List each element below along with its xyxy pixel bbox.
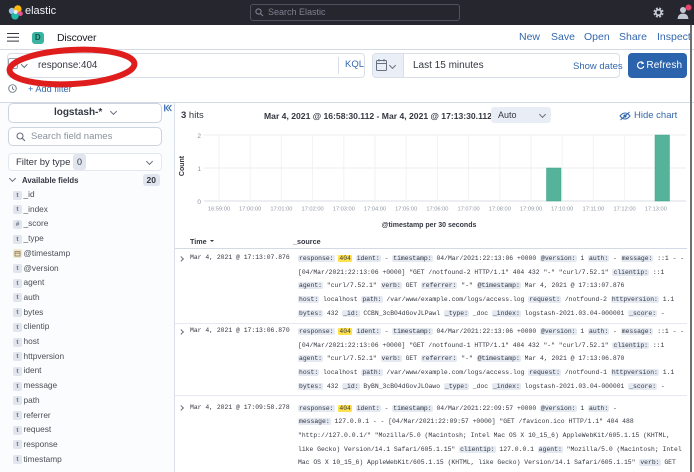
svg-text:17:06:00: 17:06:00: [426, 207, 448, 213]
svg-text:@timestamp per 30 seconds: @timestamp per 30 seconds: [382, 222, 477, 229]
svg-text:17:09:00: 17:09:00: [520, 207, 542, 213]
svg-text:17:07:00: 17:07:00: [458, 207, 480, 213]
svg-text:17:00:00: 17:00:00: [239, 207, 261, 213]
svg-text:17:03:00: 17:03:00: [333, 207, 355, 213]
svg-text:0: 0: [197, 199, 201, 206]
svg-text:Count: Count: [179, 155, 186, 176]
svg-text:17:12:00: 17:12:00: [614, 207, 636, 213]
svg-text:17:11:00: 17:11:00: [583, 207, 605, 213]
svg-text:17:13:00: 17:13:00: [645, 207, 667, 213]
svg-text:17:08:00: 17:08:00: [489, 207, 511, 213]
svg-text:17:04:00: 17:04:00: [364, 207, 386, 213]
svg-text:17:10:00: 17:10:00: [551, 207, 573, 213]
svg-text:1: 1: [197, 166, 201, 173]
svg-text:17:01:00: 17:01:00: [270, 207, 292, 213]
svg-text:16:59:00: 16:59:00: [208, 207, 230, 213]
svg-text:17:02:00: 17:02:00: [302, 207, 324, 213]
svg-text:17:05:00: 17:05:00: [395, 207, 417, 213]
svg-text:2: 2: [197, 133, 201, 140]
